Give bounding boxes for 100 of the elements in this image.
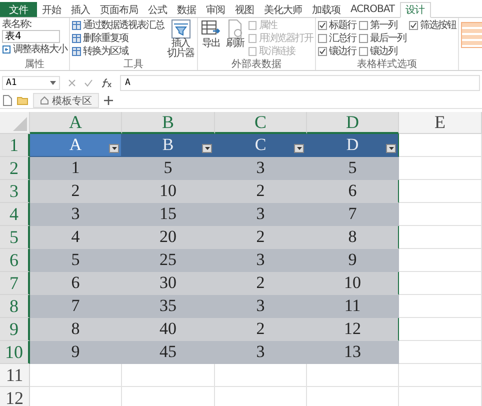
row-header[interactable]: 3 xyxy=(0,180,30,203)
check-icon xyxy=(319,48,326,55)
filter-dropdown-button[interactable] xyxy=(202,144,212,153)
sheet-tab[interactable]: 模板专区 xyxy=(33,93,99,108)
table-cell: 3 xyxy=(215,203,307,226)
table-cell: 40 xyxy=(122,318,215,341)
row-header[interactable]: 4 xyxy=(0,203,30,226)
ribbon-tab[interactable]: 开始 xyxy=(37,2,66,17)
group-label: 外部表数据 xyxy=(230,59,282,70)
table-cell: 35 xyxy=(122,295,215,318)
column-header[interactable]: E xyxy=(399,112,482,134)
table-cell: 6 xyxy=(307,180,399,203)
table-header-cell: B xyxy=(122,134,215,157)
ribbon-tab[interactable]: 视图 xyxy=(230,2,259,17)
column-header[interactable]: D xyxy=(307,112,399,134)
insert-slicer-button[interactable]: 插入 切片器 xyxy=(166,19,195,59)
table-cell: 3 xyxy=(215,249,307,272)
option-checkbox[interactable]: 汇总行 xyxy=(318,32,356,45)
table-header-cell: A xyxy=(30,134,122,157)
group-label: 表格样式选项 xyxy=(356,59,418,70)
ribbon-tab[interactable]: 页面布局 xyxy=(95,2,143,17)
ribbon-tab[interactable]: 审阅 xyxy=(201,2,230,17)
option-checkbox[interactable]: 镶边行 xyxy=(318,45,356,58)
option-checkbox[interactable]: 第一列 xyxy=(359,19,406,32)
table-cell: 7 xyxy=(307,203,399,226)
table-cell: 3 xyxy=(215,341,307,364)
resize-icon xyxy=(2,45,11,54)
ribbon-tab[interactable]: ACROBAT xyxy=(346,2,400,17)
formula-input[interactable]: A xyxy=(120,75,480,91)
ribbon-tab[interactable]: 美化大师 xyxy=(259,2,307,17)
table-cell: 3 xyxy=(215,295,307,318)
table-cell: 10 xyxy=(122,180,215,203)
ribbon-tab[interactable]: 插入 xyxy=(66,2,95,17)
table-cell: 13 xyxy=(307,341,399,364)
table-cell: 7 xyxy=(30,295,122,318)
group-label: 工具 xyxy=(122,59,144,70)
export-button[interactable]: 导出 xyxy=(200,19,222,59)
option-checkbox[interactable]: 镶边列 xyxy=(359,45,406,58)
row-header[interactable]: 12 xyxy=(0,387,30,406)
resize-table-button[interactable]: 调整表格大小 xyxy=(2,43,67,56)
column-header[interactable]: A xyxy=(30,112,122,134)
file-tab[interactable]: 文件 xyxy=(0,2,37,17)
row-header[interactable]: 1 xyxy=(0,134,30,157)
table-name-label: 表名称: xyxy=(2,19,32,30)
ribbon-tab[interactable]: 设计 xyxy=(400,2,430,18)
dropdown-icon xyxy=(204,147,210,150)
function-icon[interactable] xyxy=(101,78,112,88)
table-cell: 5 xyxy=(307,157,399,180)
add-sheet-icon[interactable] xyxy=(104,96,113,105)
table-cell: 2 xyxy=(215,272,307,295)
table-cell: 15 xyxy=(122,203,215,226)
table-cell: 8 xyxy=(30,318,122,341)
ribbon-tab[interactable]: 数据 xyxy=(172,2,201,17)
option-checkbox[interactable]: 最后一列 xyxy=(359,32,406,45)
new-file-icon[interactable] xyxy=(3,95,12,106)
table-cell: 25 xyxy=(122,249,215,272)
table-name-field[interactable]: 表4 xyxy=(2,30,60,43)
table-cell: 2 xyxy=(30,180,122,203)
row-header[interactable]: 8 xyxy=(0,295,30,318)
row-header[interactable]: 9 xyxy=(0,318,30,341)
refresh-button[interactable]: 刷新 xyxy=(224,19,246,59)
name-box[interactable]: A1 xyxy=(2,76,60,90)
table-cell: 9 xyxy=(30,341,122,364)
tool-button[interactable]: 转换为区域 xyxy=(72,45,164,58)
column-header[interactable]: B xyxy=(122,112,215,134)
table-cell: 1 xyxy=(30,157,122,180)
row-header[interactable]: 11 xyxy=(0,364,30,387)
table-cell: 4 xyxy=(30,226,122,249)
filter-dropdown-button[interactable] xyxy=(294,144,304,153)
table-cell: 12 xyxy=(307,318,399,341)
table-icon xyxy=(72,21,81,30)
column-header[interactable]: C xyxy=(215,112,307,134)
dropdown-icon xyxy=(388,147,394,150)
table-cell: 3 xyxy=(215,157,307,180)
row-header[interactable]: 5 xyxy=(0,226,30,249)
table-cell: 10 xyxy=(307,272,399,295)
ribbon-tab[interactable]: 公式 xyxy=(143,2,172,17)
table-cell: 5 xyxy=(122,157,215,180)
table-cell: 2 xyxy=(215,226,307,249)
row-header[interactable]: 2 xyxy=(0,157,30,180)
dropdown-icon xyxy=(50,81,56,85)
ribbon-tab[interactable]: 加载项 xyxy=(307,2,346,17)
row-header[interactable]: 6 xyxy=(0,249,30,272)
dropdown-icon xyxy=(112,147,116,150)
option-checkbox[interactable]: 筛选按钮 xyxy=(409,19,456,32)
option-checkbox[interactable]: 标题行 xyxy=(318,19,356,32)
tool-button[interactable]: 删除重复项 xyxy=(72,32,164,45)
row-header[interactable]: 7 xyxy=(0,272,30,295)
table-cell: 2 xyxy=(215,318,307,341)
row-header[interactable]: 10 xyxy=(0,341,30,364)
table-header-cell: C xyxy=(215,134,307,157)
table-icon xyxy=(72,34,81,43)
table-cell: 9 xyxy=(307,249,399,272)
filter-dropdown-button[interactable] xyxy=(386,144,396,153)
home-icon xyxy=(40,96,49,105)
table-cell: 3 xyxy=(30,203,122,226)
tool-button[interactable]: 通过数据透视表汇总 xyxy=(72,19,164,32)
filter-dropdown-button[interactable] xyxy=(109,144,119,153)
table-cell: 2 xyxy=(215,180,307,203)
dropdown-icon xyxy=(296,147,302,150)
